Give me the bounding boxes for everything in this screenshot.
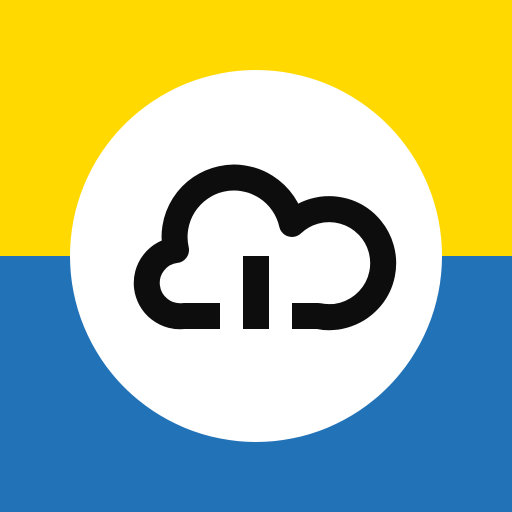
cloud-glyph (133, 164, 397, 331)
app-icon (0, 0, 512, 512)
cloud-upload-icon (133, 164, 397, 331)
